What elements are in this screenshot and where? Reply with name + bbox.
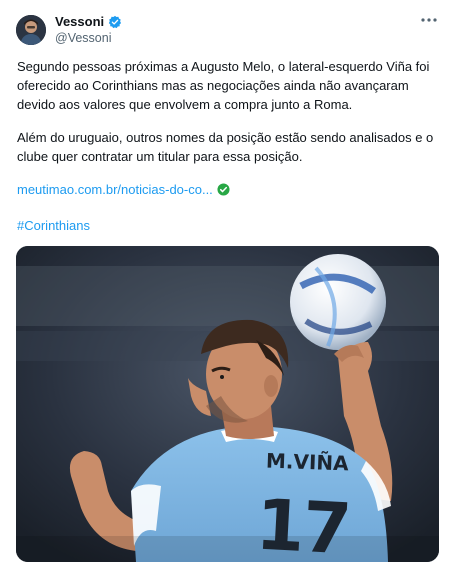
- tweet-text-paragraph-1: Segundo pessoas próximas a Augusto Melo,…: [17, 59, 430, 112]
- author-display-name[interactable]: Vessoni: [55, 14, 104, 29]
- avatar[interactable]: [16, 15, 46, 45]
- tweet-text-paragraph-2: Além do uruguaio, outros nomes da posiçã…: [17, 130, 434, 164]
- tweet-card[interactable]: Vessoni @Vessoni Segundo pessoas próxima…: [0, 0, 449, 565]
- jersey-name-text: M.VIÑA: [265, 448, 350, 476]
- verified-badge-icon: [108, 15, 122, 29]
- more-horizontal-icon[interactable]: [419, 12, 439, 28]
- article-link[interactable]: meutimao.com.br/noticias-do-co...: [17, 182, 213, 197]
- check-circle-icon: [217, 183, 230, 196]
- author-handle[interactable]: @Vessoni: [55, 31, 111, 45]
- tweet-media-image[interactable]: M.VIÑA 17: [16, 246, 439, 562]
- jersey-number-text: 17: [253, 483, 352, 562]
- hashtag-link[interactable]: #Corinthians: [17, 218, 90, 233]
